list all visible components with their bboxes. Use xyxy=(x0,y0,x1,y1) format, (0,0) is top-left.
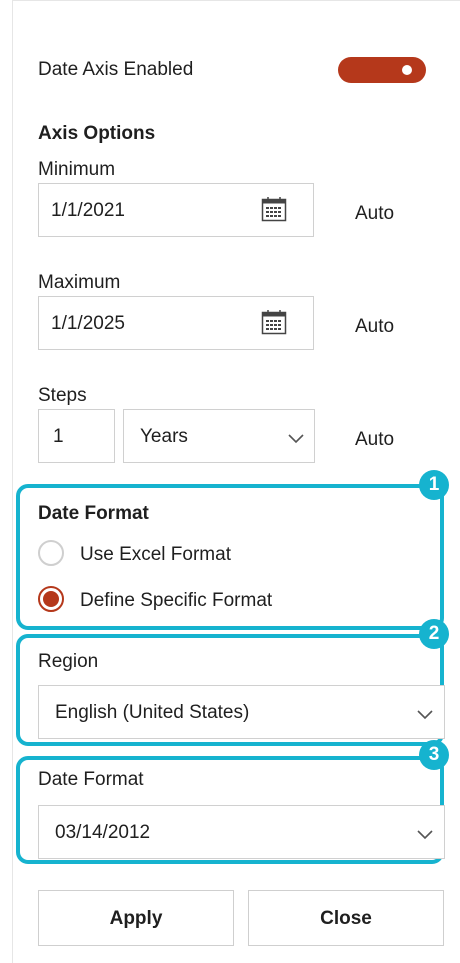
steps-value: 1 xyxy=(53,426,64,447)
region-select[interactable]: English (United States) xyxy=(38,685,445,739)
apply-button[interactable]: Apply xyxy=(38,890,234,946)
calendar-icon[interactable] xyxy=(261,196,287,222)
chevron-down-icon xyxy=(417,830,433,840)
maximum-date-value: 1/1/2025 xyxy=(51,313,125,334)
toggle-knob xyxy=(402,65,412,75)
date-axis-enabled-label: Date Axis Enabled xyxy=(38,59,194,80)
steps-auto-link[interactable]: Auto xyxy=(355,428,394,452)
use-excel-format-label: Use Excel Format xyxy=(80,544,231,565)
region-label: Region xyxy=(38,651,99,672)
date-format-select[interactable]: 03/14/2012 xyxy=(38,805,445,859)
radio-checked[interactable] xyxy=(38,586,64,612)
steps-value-input[interactable]: 1 xyxy=(38,409,115,463)
radio-dot xyxy=(43,591,59,607)
calendar-icon[interactable] xyxy=(261,309,287,335)
axis-options-heading: Axis Options xyxy=(38,123,156,144)
define-specific-format-label: Define Specific Format xyxy=(80,590,273,611)
minimum-date-input[interactable]: 1/1/2021 xyxy=(38,183,314,237)
date-axis-toggle[interactable] xyxy=(338,57,426,83)
minimum-date-value: 1/1/2021 xyxy=(51,200,125,221)
steps-label: Steps xyxy=(38,385,87,406)
maximum-label: Maximum xyxy=(38,272,121,293)
chevron-down-icon xyxy=(288,434,304,444)
maximum-date-input[interactable]: 1/1/2025 xyxy=(38,296,314,350)
callout-badge-2: 2 xyxy=(419,619,449,649)
radio-unchecked[interactable] xyxy=(38,540,64,566)
minimum-auto-link[interactable]: Auto xyxy=(355,202,394,226)
steps-unit-value: Years xyxy=(140,426,188,447)
maximum-auto-link[interactable]: Auto xyxy=(355,315,394,339)
region-value: English (United States) xyxy=(55,702,250,723)
radio-use-excel-format[interactable]: Use Excel Format xyxy=(38,538,298,568)
steps-unit-select[interactable]: Years xyxy=(123,409,315,463)
minimum-label: Minimum xyxy=(38,159,116,180)
chevron-down-icon xyxy=(417,710,433,720)
date-format-heading: Date Format xyxy=(38,503,149,524)
callout-badge-1: 1 xyxy=(419,470,449,500)
callout-badge-3: 3 xyxy=(419,740,449,770)
date-format-label: Date Format xyxy=(38,769,144,790)
radio-define-specific-format[interactable]: Define Specific Format xyxy=(38,584,338,614)
close-button[interactable]: Close xyxy=(248,890,444,946)
date-format-value: 03/14/2012 xyxy=(55,822,151,843)
